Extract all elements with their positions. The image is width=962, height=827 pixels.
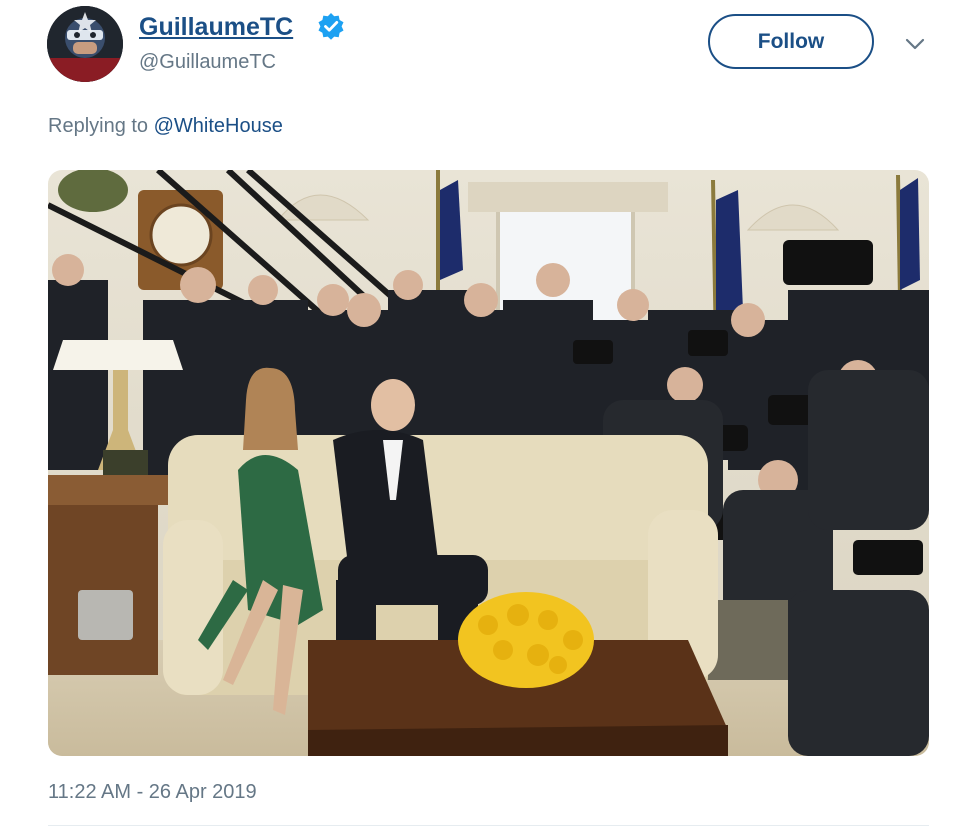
reply-context: Replying to @WhiteHouse bbox=[48, 115, 283, 138]
user-handle[interactable]: @GuillaumeTC bbox=[139, 51, 276, 74]
chevron-down-icon[interactable] bbox=[903, 34, 927, 54]
oval-office-photo bbox=[48, 170, 929, 756]
verified-badge-icon bbox=[318, 13, 344, 40]
display-name[interactable]: GuillaumeTC bbox=[139, 13, 293, 42]
tweet-timestamp[interactable]: 11:22 AM - 26 Apr 2019 bbox=[48, 781, 257, 804]
reply-mention-link[interactable]: @WhiteHouse bbox=[154, 115, 283, 137]
avatar[interactable] bbox=[47, 6, 123, 82]
reply-prefix: Replying to bbox=[48, 115, 149, 137]
follow-button[interactable]: Follow bbox=[708, 14, 874, 69]
avatar-image bbox=[47, 6, 123, 82]
tweet-photo[interactable] bbox=[48, 170, 929, 756]
divider bbox=[48, 825, 929, 826]
